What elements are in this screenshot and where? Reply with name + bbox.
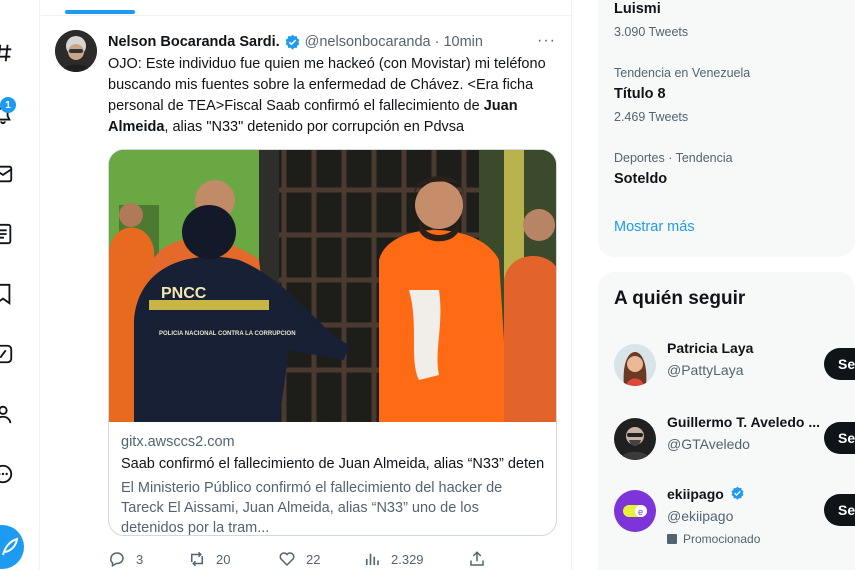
trends-panel: Luismi 3.090 Tweets Tendencia en Venezue… bbox=[598, 0, 855, 257]
retweet-button[interactable]: 20 bbox=[188, 550, 278, 568]
views-count: 2.329 bbox=[391, 551, 424, 567]
vest-text: PNCC bbox=[161, 285, 207, 302]
tweet-text-part-end: , alias "N33" detenido por corrupción en… bbox=[164, 119, 465, 135]
tweet-header: Nelson Bocaranda Sardi. @nelsonbocaranda… bbox=[108, 32, 556, 52]
lists-document-icon[interactable] bbox=[0, 223, 14, 245]
suggestion-name[interactable]: Patricia Laya bbox=[667, 340, 753, 356]
card-image[interactable]: PNCC POLICIA NACIONAL CONTRA LA CORRUPCI… bbox=[109, 150, 556, 422]
suggestion-avatar[interactable] bbox=[614, 344, 656, 386]
active-tab-indicator bbox=[65, 10, 135, 14]
like-button[interactable]: 22 bbox=[278, 550, 363, 568]
author-avatar[interactable] bbox=[55, 30, 97, 72]
card-meta: gitx.awsccs2.com Saab confirmó el fallec… bbox=[109, 422, 556, 536]
promoted-label: Promocionado bbox=[667, 532, 760, 546]
promoted-text: Promocionado bbox=[683, 532, 761, 546]
trend-category: Tendencia en Venezuela bbox=[614, 66, 751, 80]
share-upload-icon bbox=[470, 551, 484, 566]
views-button[interactable]: 2.329 bbox=[363, 550, 468, 568]
author-handle[interactable]: @nelsonbocaranda bbox=[305, 34, 431, 50]
show-more-trends-link[interactable]: Mostrar más bbox=[614, 219, 695, 235]
retweet-count: 20 bbox=[216, 551, 231, 567]
follow-button[interactable]: Seguir bbox=[824, 494, 855, 526]
svg-text:e: e bbox=[638, 507, 643, 517]
trend-name[interactable]: Título 8 bbox=[614, 86, 666, 102]
suggestion-avatar[interactable]: e bbox=[614, 490, 656, 532]
vest-subtext: POLICIA NACIONAL CONTRA LA CORRUPCION bbox=[159, 331, 296, 337]
verified-organizations-icon[interactable] bbox=[0, 343, 14, 365]
share-button[interactable] bbox=[468, 550, 496, 568]
promoted-icon bbox=[667, 534, 677, 544]
suggestion-handle: @ekiipago bbox=[667, 508, 734, 524]
trend-count: 2.469 Tweets bbox=[614, 110, 689, 124]
follow-suggestion[interactable]: Guillermo T. Aveledo ... @GTAveledo Segu… bbox=[598, 414, 855, 474]
card-domain[interactable]: gitx.awsccs2.com bbox=[121, 434, 544, 454]
retweet-icon bbox=[191, 551, 203, 567]
timeline-tabs bbox=[41, 0, 571, 16]
tweet-actions: 3 20 22 2.329 bbox=[108, 547, 548, 570]
follow-suggestion[interactable]: Patricia Laya @PattyLaya Seguir bbox=[598, 340, 855, 400]
profile-person-icon[interactable] bbox=[0, 403, 14, 425]
trend-name[interactable]: Soteldo bbox=[614, 171, 667, 187]
reply-bubble-icon bbox=[110, 552, 124, 568]
card-description: El Ministerio Público confirmó el fallec… bbox=[121, 480, 503, 536]
left-navigation: 1 bbox=[0, 0, 40, 570]
suggestion-name[interactable]: ekiipago bbox=[667, 486, 745, 502]
follow-button[interactable]: Seguir bbox=[824, 422, 855, 454]
verified-badge-icon bbox=[731, 486, 744, 500]
notifications-count-badge: 1 bbox=[0, 97, 16, 113]
right-sidebar: Luismi 3.090 Tweets Tendencia en Venezue… bbox=[598, 0, 855, 570]
follow-button[interactable]: Seguir bbox=[824, 348, 855, 380]
like-count: 22 bbox=[306, 551, 321, 567]
tweet-timestamp[interactable]: 10min bbox=[443, 34, 483, 50]
more-options-circle-icon[interactable] bbox=[0, 463, 14, 485]
reply-button[interactable]: 3 bbox=[108, 550, 188, 568]
verified-badge-icon bbox=[284, 34, 301, 51]
suggestion-handle: @GTAveledo bbox=[667, 436, 750, 452]
link-preview-card[interactable]: PNCC POLICIA NACIONAL CONTRA LA CORRUPCI… bbox=[108, 149, 557, 536]
trend-count: 3.090 Tweets bbox=[614, 25, 689, 39]
explore-hashtag-icon[interactable] bbox=[0, 42, 14, 64]
reply-count: 3 bbox=[136, 551, 144, 567]
suggestion-avatar[interactable] bbox=[614, 418, 656, 460]
tweet-text: OJO: Este individuo fue quien me hackeó … bbox=[108, 54, 558, 138]
who-to-follow-panel: A quién seguir Patricia Laya @PattyLaya … bbox=[598, 272, 855, 570]
feather-icon bbox=[2, 537, 19, 556]
follow-suggestion[interactable]: e ekiipago @ekiipago Promocionado Seguir bbox=[598, 486, 855, 546]
suggestion-name[interactable]: Guillermo T. Aveledo ... bbox=[667, 414, 820, 430]
tweet-text-part: OJO: Este individuo fue quien me hackeó … bbox=[108, 56, 546, 114]
timeline-column: Nelson Bocaranda Sardi. @nelsonbocaranda… bbox=[41, 0, 572, 570]
views-bar-chart-icon bbox=[365, 553, 379, 565]
tweet-more-options-button[interactable]: ··· bbox=[537, 32, 556, 50]
who-to-follow-title: A quién seguir bbox=[614, 288, 746, 309]
messages-envelope-icon[interactable] bbox=[0, 163, 14, 185]
author-name[interactable]: Nelson Bocaranda Sardi. bbox=[108, 34, 280, 50]
bookmarks-icon[interactable] bbox=[0, 283, 14, 305]
heart-icon bbox=[279, 552, 295, 567]
suggestion-handle: @PattyLaya bbox=[667, 362, 744, 378]
separator-dot: · bbox=[434, 34, 440, 50]
trend-category: Deportes · Tendencia bbox=[614, 151, 733, 165]
compose-post-button[interactable] bbox=[0, 525, 24, 569]
card-title[interactable]: Saab confirmó el fallecimiento de Juan A… bbox=[121, 456, 544, 476]
trend-name[interactable]: Luismi bbox=[614, 1, 661, 17]
suggestion-name-text: ekiipago bbox=[667, 486, 724, 502]
